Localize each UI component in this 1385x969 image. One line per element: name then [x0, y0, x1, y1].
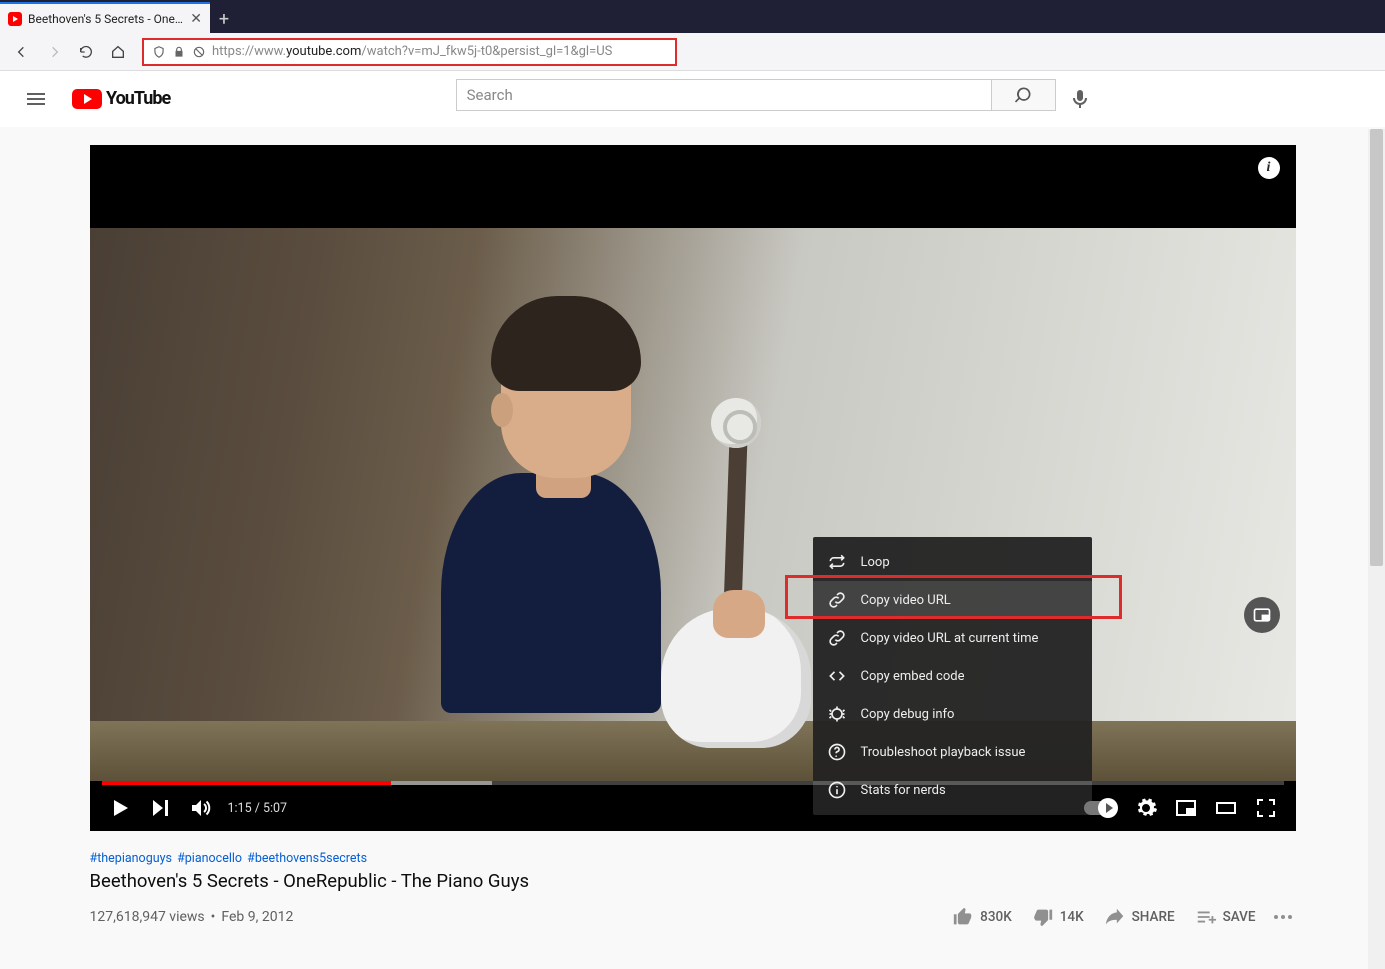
video-player[interactable]: i Loop Copy video URL Copy video URL at …	[90, 145, 1296, 831]
youtube-logo-text: YouTube	[106, 88, 170, 109]
fullscreen-icon	[1254, 796, 1278, 820]
video-title: Beethoven's 5 Secrets - OneRepublic - Th…	[90, 870, 1296, 892]
ctx-label: Copy embed code	[861, 669, 965, 684]
hamburger-menu-button[interactable]	[16, 79, 56, 119]
shield-icon	[152, 45, 166, 59]
player-controls: 1:15 / 5:07	[90, 781, 1296, 831]
search-input[interactable]	[456, 79, 991, 111]
arrow-right-icon	[46, 44, 62, 60]
theater-button[interactable]	[1208, 790, 1244, 826]
more-actions-button[interactable]	[1270, 911, 1296, 923]
dislike-button[interactable]: 14K	[1026, 902, 1090, 932]
like-button[interactable]: 830K	[946, 902, 1018, 932]
info-card-icon[interactable]: i	[1258, 157, 1280, 179]
video-meta-row: 127,618,947 views • Feb 9, 2012 830K 14K…	[90, 902, 1296, 932]
loop-icon	[827, 552, 847, 572]
miniplayer-icon	[1174, 796, 1198, 820]
voice-search-button[interactable]	[1060, 79, 1100, 119]
video-frame	[90, 228, 1296, 781]
youtube-favicon-icon	[8, 12, 22, 26]
tab-title: Beethoven's 5 Secrets - OneRe	[28, 12, 184, 26]
play-icon	[108, 796, 132, 820]
permissions-icon	[192, 45, 206, 59]
upload-date: Feb 9, 2012	[221, 909, 293, 925]
hashtag[interactable]: #thepianoguys	[90, 851, 172, 866]
ctx-label: Copy video URL	[861, 593, 951, 608]
ctx-copy-url-time[interactable]: Copy video URL at current time	[813, 619, 1092, 657]
ctx-label: Troubleshoot playback issue	[861, 745, 1026, 760]
youtube-play-icon	[72, 89, 102, 109]
player-context-menu: Loop Copy video URL Copy video URL at cu…	[813, 537, 1092, 815]
youtube-logo[interactable]: YouTube	[72, 88, 170, 109]
theater-icon	[1214, 796, 1238, 820]
content-area: i Loop Copy video URL Copy video URL at …	[0, 127, 1385, 932]
menu-icon	[24, 87, 48, 111]
time-display: 1:15 / 5:07	[228, 801, 288, 816]
miniplayer-button[interactable]	[1168, 790, 1204, 826]
new-tab-button[interactable]: +	[210, 5, 238, 33]
next-button[interactable]	[142, 790, 178, 826]
ctx-troubleshoot[interactable]: Troubleshoot playback issue	[813, 733, 1092, 771]
browser-tabbar: Beethoven's 5 Secrets - OneRe ✕ +	[0, 0, 1385, 33]
ctx-label: Loop	[861, 555, 890, 570]
like-count: 830K	[980, 909, 1012, 925]
miniplayer-overlay-button[interactable]	[1244, 597, 1280, 633]
back-button[interactable]	[8, 38, 36, 66]
help-icon	[827, 742, 847, 762]
share-icon	[1104, 906, 1126, 928]
progress-bar[interactable]	[102, 781, 1284, 785]
youtube-header: YouTube	[0, 71, 1385, 127]
ctx-copy-debug[interactable]: Copy debug info	[813, 695, 1092, 733]
save-button[interactable]: SAVE	[1189, 902, 1262, 932]
settings-button[interactable]	[1128, 790, 1164, 826]
thumb-down-icon	[1032, 906, 1054, 928]
link-icon	[827, 628, 847, 648]
url-bar[interactable]: https://www.youtube.com/watch?v=mJ_fkw5j…	[142, 38, 677, 66]
reload-icon	[78, 44, 94, 60]
code-icon	[827, 666, 847, 686]
miniplayer-icon	[1252, 605, 1272, 625]
ctx-loop[interactable]: Loop	[813, 543, 1092, 581]
tab-close-icon[interactable]: ✕	[190, 11, 202, 27]
url-text: https://www.youtube.com/watch?v=mJ_fkw5j…	[212, 44, 612, 59]
reload-button[interactable]	[72, 38, 100, 66]
search-button[interactable]	[991, 79, 1056, 111]
view-count: 127,618,947 views	[90, 909, 205, 925]
hashtag[interactable]: #beethovens5secrets	[247, 851, 367, 866]
play-button[interactable]	[102, 790, 138, 826]
fullscreen-button[interactable]	[1248, 790, 1284, 826]
playlist-add-icon	[1195, 906, 1217, 928]
share-label: SHARE	[1132, 909, 1175, 925]
gear-icon	[1134, 796, 1158, 820]
dislike-count: 14K	[1060, 909, 1084, 925]
hashtag[interactable]: #pianocello	[177, 851, 242, 866]
search-box	[456, 79, 1056, 119]
vertical-scrollbar[interactable]	[1368, 129, 1385, 969]
video-info: #thepianoguys #pianocello #beethovens5se…	[90, 831, 1296, 932]
lock-icon	[172, 45, 186, 59]
browser-navbar: https://www.youtube.com/watch?v=mJ_fkw5j…	[0, 33, 1385, 71]
next-icon	[148, 796, 172, 820]
ctx-label: Copy debug info	[861, 707, 955, 722]
save-label: SAVE	[1223, 909, 1256, 925]
forward-button[interactable]	[40, 38, 68, 66]
thumb-up-icon	[952, 906, 974, 928]
autoplay-toggle[interactable]	[1084, 801, 1116, 815]
home-icon	[110, 44, 126, 60]
browser-tab[interactable]: Beethoven's 5 Secrets - OneRe ✕	[0, 2, 210, 33]
volume-icon	[188, 796, 212, 820]
arrow-left-icon	[14, 44, 30, 60]
microphone-icon	[1068, 87, 1092, 111]
hashtags: #thepianoguys #pianocello #beethovens5se…	[90, 851, 1296, 866]
search-icon	[1013, 85, 1033, 105]
home-button[interactable]	[104, 38, 132, 66]
volume-button[interactable]	[182, 790, 218, 826]
ctx-label: Copy video URL at current time	[861, 631, 1039, 646]
ctx-copy-url[interactable]: Copy video URL	[813, 581, 1092, 619]
ctx-copy-embed[interactable]: Copy embed code	[813, 657, 1092, 695]
share-button[interactable]: SHARE	[1098, 902, 1181, 932]
bug-icon	[827, 704, 847, 724]
link-icon	[827, 590, 847, 610]
